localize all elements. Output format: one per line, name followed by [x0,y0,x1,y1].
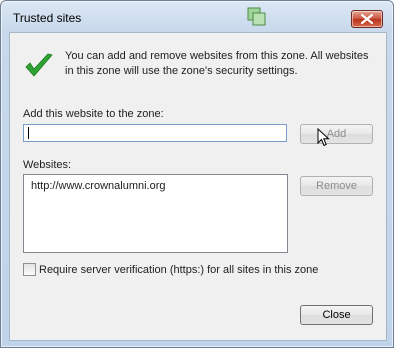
close-button[interactable]: Close [300,305,373,325]
close-window-button[interactable] [351,10,383,28]
add-button[interactable]: Add [300,124,373,144]
websites-list[interactable]: http://www.crownalumni.org [23,174,288,253]
add-website-input[interactable] [23,124,287,142]
websites-label: Websites: [23,159,72,171]
mouse-cursor-icon [317,127,331,151]
checkmark-icon [24,52,54,83]
intro-text: You can add and remove websites from thi… [65,50,369,77]
dialog-title: Trusted sites [13,11,82,25]
trusted-sites-dialog: Trusted sites You can add and remove web… [0,0,394,348]
zone-icon [245,6,269,28]
list-item[interactable]: http://www.crownalumni.org [31,180,166,192]
text-caret [28,127,29,139]
add-website-label: Add this website to the zone: [23,108,164,120]
remove-button[interactable]: Remove [300,176,373,196]
dialog-body: You can add and remove websites from thi… [9,32,387,341]
https-checkbox[interactable] [23,263,36,276]
https-checkbox-label[interactable]: Require server verification (https:) for… [39,264,318,276]
close-icon [361,14,373,24]
